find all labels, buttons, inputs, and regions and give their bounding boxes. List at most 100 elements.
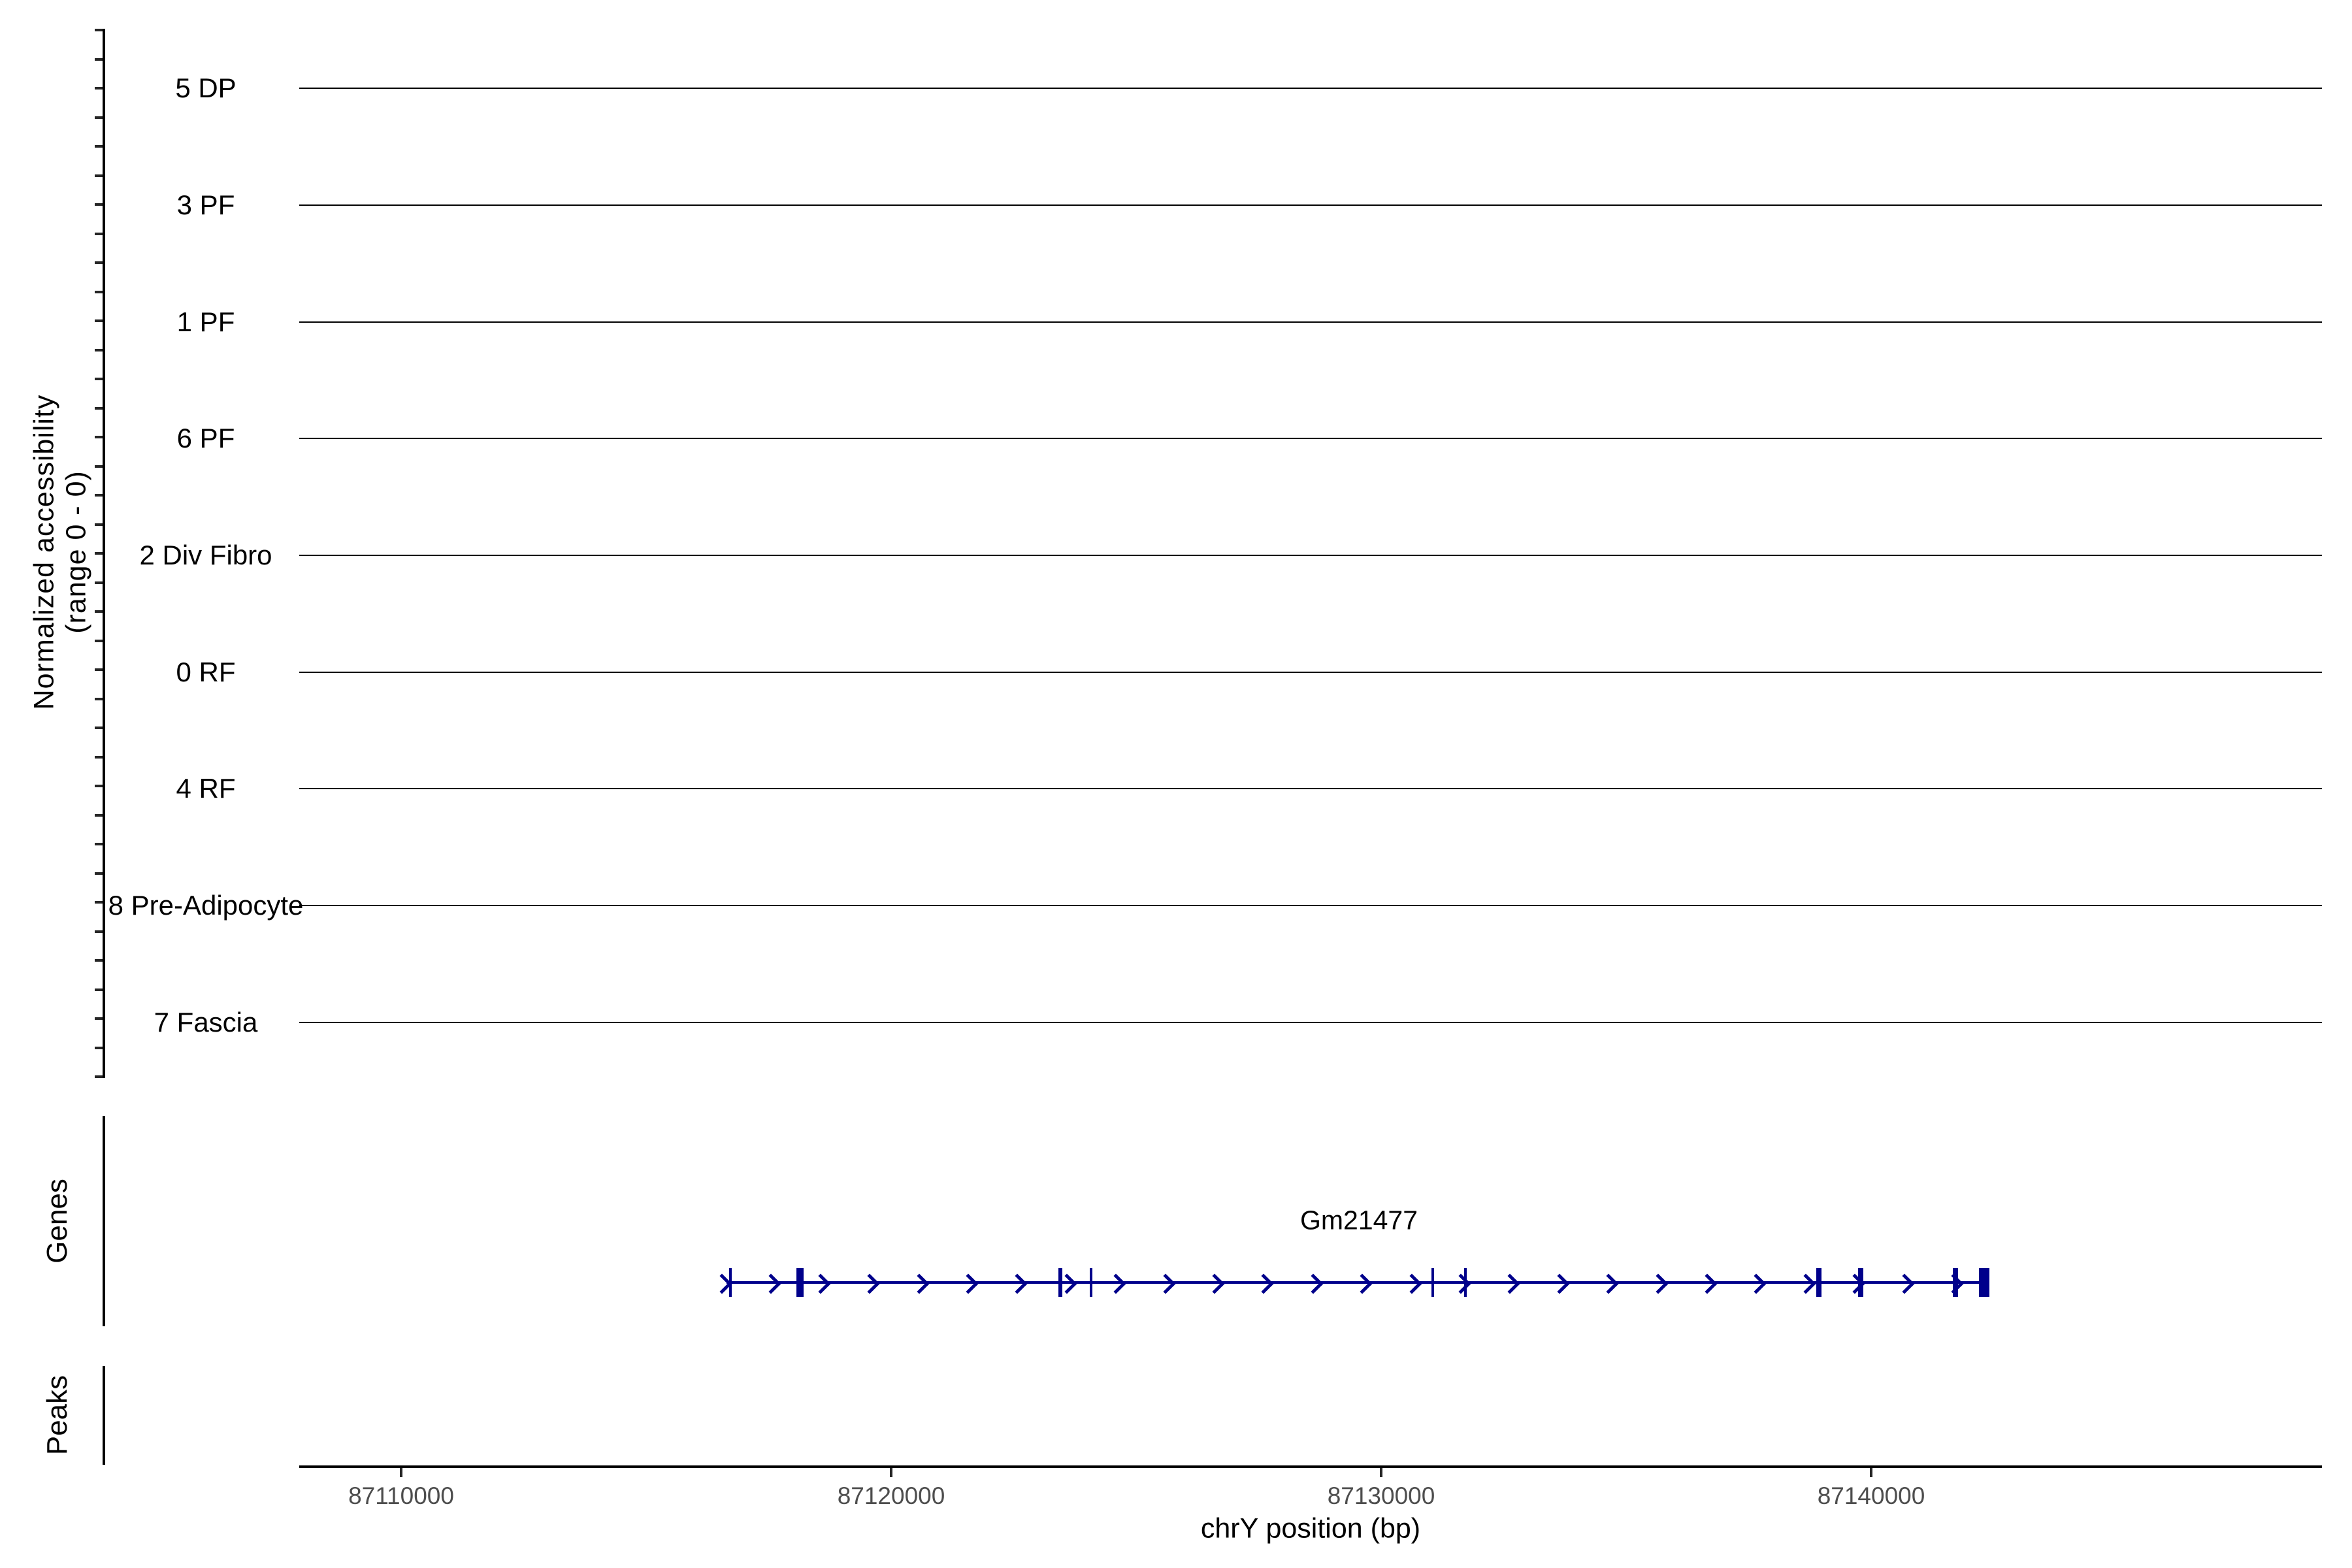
gene-strand-arrow bbox=[1352, 1273, 1373, 1294]
accessibility-axis-tick bbox=[95, 610, 103, 613]
track-baseline bbox=[299, 321, 2322, 323]
accessibility-axis-tick bbox=[95, 465, 103, 468]
track-label: 0 RF bbox=[176, 657, 236, 687]
accessibility-axis-tick bbox=[95, 203, 103, 206]
accessibility-axis-tick bbox=[95, 1017, 103, 1020]
y-axis-label-line2: (range 0 - 0) bbox=[60, 470, 92, 634]
x-axis-tick bbox=[890, 1468, 892, 1477]
gene-exon bbox=[1953, 1268, 1958, 1297]
track-label: 8 Pre-Adipocyte bbox=[108, 890, 304, 921]
accessibility-axis-tick bbox=[95, 813, 103, 817]
gene-strand-arrow bbox=[909, 1273, 930, 1294]
track-label: 7 Fascia bbox=[154, 1007, 258, 1037]
gene-strand-arrow bbox=[810, 1273, 831, 1294]
genes-bracket-line bbox=[103, 1116, 105, 1326]
gene-strand-arrow bbox=[1007, 1273, 1028, 1294]
gene-strand-arrow bbox=[1549, 1273, 1570, 1294]
accessibility-axis-tick bbox=[95, 581, 103, 584]
track-baseline bbox=[299, 788, 2322, 789]
track-label: 1 PF bbox=[176, 306, 235, 337]
x-axis-line bbox=[299, 1465, 2322, 1468]
genes-panel-label: Genes bbox=[41, 1179, 73, 1264]
gene-exon bbox=[1979, 1268, 1989, 1297]
gene-strand-arrow bbox=[760, 1273, 781, 1294]
gene-strand-arrow bbox=[1598, 1273, 1619, 1294]
accessibility-axis-tick bbox=[95, 727, 103, 729]
x-axis-tick-label: 87110000 bbox=[348, 1482, 454, 1509]
gene-strand-arrow bbox=[1894, 1273, 1915, 1294]
track-baseline bbox=[299, 555, 2322, 556]
x-axis-tick-label: 87120000 bbox=[837, 1482, 945, 1509]
x-axis-tick bbox=[1870, 1468, 1872, 1477]
y-axis-label-line1: Normalized accessibility bbox=[28, 394, 60, 710]
x-axis-tick bbox=[1380, 1468, 1382, 1477]
coverage-plot-figure: Normalized accessibility (range 0 - 0) 5… bbox=[0, 0, 2352, 1568]
accessibility-axis-tick bbox=[95, 348, 103, 351]
gene-exon bbox=[1858, 1268, 1863, 1297]
track-baseline bbox=[299, 905, 2322, 906]
accessibility-axis-tick bbox=[95, 552, 103, 555]
accessibility-axis-tick bbox=[95, 697, 103, 700]
accessibility-axis-tick bbox=[95, 668, 103, 671]
x-axis-tick-label: 87140000 bbox=[1817, 1482, 1925, 1509]
accessibility-axis-tick bbox=[95, 988, 103, 991]
gene-strand-arrow bbox=[1499, 1273, 1520, 1294]
gene-exon bbox=[1464, 1268, 1467, 1297]
accessibility-axis-tick bbox=[95, 1046, 103, 1049]
track-baseline bbox=[299, 672, 2322, 673]
gene-strand-arrow bbox=[1401, 1273, 1422, 1294]
track-label: 2 Div Fibro bbox=[139, 540, 272, 570]
gene-strand-arrow bbox=[958, 1273, 979, 1294]
gene-exon bbox=[1431, 1268, 1434, 1297]
accessibility-axis-tick bbox=[95, 29, 103, 31]
x-axis-tick bbox=[400, 1468, 402, 1477]
accessibility-axis-tick bbox=[95, 436, 103, 438]
accessibility-axis-line bbox=[103, 29, 105, 1078]
accessibility-axis-tick bbox=[95, 406, 103, 410]
accessibility-axis-tick bbox=[95, 378, 103, 380]
accessibility-axis-tick bbox=[95, 843, 103, 845]
accessibility-axis-tick bbox=[95, 872, 103, 875]
accessibility-axis-tick bbox=[95, 116, 103, 119]
accessibility-axis-tick bbox=[95, 290, 103, 293]
accessibility-axis-tick bbox=[95, 232, 103, 235]
track-baseline bbox=[299, 204, 2322, 206]
gene-exon bbox=[796, 1268, 804, 1297]
track-label: 3 PF bbox=[176, 189, 235, 220]
accessibility-axis-tick bbox=[95, 901, 103, 904]
track-baseline bbox=[299, 1022, 2322, 1023]
gene-name-label: Gm21477 bbox=[1299, 1205, 1418, 1235]
accessibility-axis-tick bbox=[95, 145, 103, 148]
gene-strand-arrow bbox=[859, 1273, 880, 1294]
gene-exon bbox=[1058, 1268, 1062, 1297]
track-baseline bbox=[299, 438, 2322, 439]
accessibility-axis-tick bbox=[95, 494, 103, 497]
peaks-panel-label: Peaks bbox=[41, 1375, 73, 1456]
accessibility-axis-tick bbox=[95, 57, 103, 61]
x-axis-title: chrY position (bp) bbox=[1200, 1512, 1421, 1544]
track-baseline bbox=[299, 88, 2322, 89]
gene-strand-arrow bbox=[1155, 1273, 1176, 1294]
accessibility-axis-tick bbox=[95, 261, 103, 264]
gene-exon bbox=[1090, 1268, 1092, 1297]
gene-exon bbox=[729, 1268, 732, 1297]
gene-exon bbox=[1816, 1268, 1821, 1297]
track-label: 6 PF bbox=[176, 423, 235, 453]
accessibility-axis-tick bbox=[95, 523, 103, 526]
gene-strand-arrow bbox=[1746, 1273, 1767, 1294]
gene-strand-arrow bbox=[1204, 1273, 1225, 1294]
gene-strand-arrow bbox=[1795, 1273, 1816, 1294]
accessibility-axis-tick bbox=[95, 174, 103, 177]
track-label: 4 RF bbox=[176, 773, 236, 804]
gene-strand-arrow bbox=[1450, 1273, 1471, 1294]
peaks-bracket-line bbox=[103, 1366, 105, 1465]
accessibility-axis-tick bbox=[95, 639, 103, 642]
accessibility-axis-tick bbox=[95, 930, 103, 933]
accessibility-axis-tick bbox=[95, 1075, 103, 1078]
gene-strand-arrow bbox=[1105, 1273, 1126, 1294]
gene-strand-arrow bbox=[1253, 1273, 1274, 1294]
gene-strand-arrow bbox=[1303, 1273, 1324, 1294]
accessibility-axis-tick bbox=[95, 785, 103, 787]
gene-strand-arrow bbox=[1697, 1273, 1718, 1294]
accessibility-axis-tick bbox=[95, 87, 103, 90]
